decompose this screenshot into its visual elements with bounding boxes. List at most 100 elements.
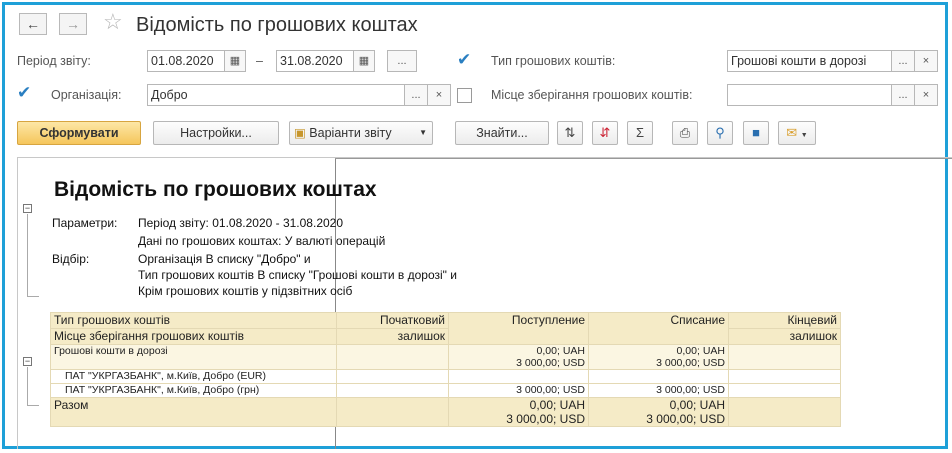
sort-asc-button[interactable]: ⇅ [557, 121, 583, 145]
storage-clear-button[interactable]: × [914, 84, 938, 106]
report-title: Відомість по грошових коштах [54, 178, 377, 201]
group-line [27, 405, 39, 406]
table-header-row: Тип грошових коштів Початковий Поступлен… [50, 312, 841, 345]
table-cell [336, 397, 449, 427]
sum-button[interactable]: Σ [627, 121, 653, 145]
filter-label: Відбір: [52, 252, 90, 266]
cash-type-field[interactable]: Грошові кошти в дорозі [727, 50, 892, 72]
print-icon: ⎙ [679, 125, 691, 140]
group-line [27, 367, 28, 405]
preview-button[interactable]: ⚲ [707, 121, 733, 145]
table-cell: 0,00; UAH 3 000,00; USD [448, 397, 589, 427]
arrow-left-icon: ← [26, 16, 40, 32]
cell-line: 0,00; UAH [529, 398, 585, 412]
storage-label: Місце зберігання грошових коштів: [491, 88, 693, 102]
save-icon: ■ [752, 125, 760, 140]
period-dash: – [256, 54, 263, 68]
page-divider [335, 158, 952, 159]
column-header: Тип грошових коштів [50, 312, 337, 329]
table-cell: 0,00; UAH 3 000,00; USD [588, 344, 729, 370]
print-button[interactable]: ⎙ [672, 121, 698, 145]
org-clear-button[interactable]: × [427, 84, 451, 106]
find-button[interactable]: Знайти... [455, 121, 549, 145]
cell-line: 3 000,00; USD [646, 412, 725, 426]
table-cell: 3 000,00; USD [448, 383, 589, 398]
table-cell [336, 344, 449, 370]
storage-checkbox[interactable] [457, 88, 472, 103]
filter-line: Крім грошових коштів у підзвітних осіб [138, 284, 353, 298]
cell-line: 0,00; UAH [676, 345, 725, 357]
table-cell [728, 397, 841, 427]
report-variant-icon: ▣ [294, 126, 306, 140]
sort-asc-icon: ⇅ [564, 125, 576, 140]
period-to-field[interactable]: 31.08.2020 [276, 50, 354, 72]
cash-type-clear-button[interactable]: × [914, 50, 938, 72]
column-header: Місце зберігання грошових коштів [50, 328, 337, 345]
cell-line: 3 000,00; USD [516, 357, 585, 369]
cell-line: 3 000,00; USD [506, 412, 585, 426]
table-cell [588, 369, 729, 384]
column-header: залишок [728, 328, 841, 345]
table-cell: Разом [50, 397, 337, 427]
cash-type-select-button[interactable]: ... [891, 50, 915, 72]
period-select-button[interactable]: ... [387, 50, 417, 72]
cell-line: 0,00; UAH [536, 345, 585, 357]
sort-desc-button[interactable]: ⇵ [592, 121, 618, 145]
column-header: Списание [588, 312, 729, 345]
settings-button[interactable]: Настройки... [153, 121, 279, 145]
dropdown-icon: ▼ [800, 132, 808, 139]
group-line [27, 296, 39, 297]
collapse-icon[interactable]: − [23, 204, 32, 213]
column-header: Кінцевий [728, 312, 841, 329]
period-from-field[interactable]: 01.08.2020 [147, 50, 225, 72]
cash-type-label: Тип грошових коштів: [491, 54, 616, 68]
table-cell [728, 369, 841, 384]
cell-line: 3 000,00; USD [656, 357, 725, 369]
page-title: Відомість по грошових коштах [136, 14, 418, 36]
filter-line: Тип грошових коштів В списку "Грошові ко… [138, 268, 457, 282]
params-line: Дані по грошових коштах: У валюті операц… [138, 234, 386, 248]
calendar-from-button[interactable]: ▦ [224, 50, 246, 72]
org-field[interactable]: Добро [147, 84, 405, 106]
email-button[interactable]: ✉ ▼ [778, 121, 816, 145]
params-line: Період звіту: 01.08.2020 - 31.08.2020 [138, 216, 344, 230]
table-cell [728, 383, 841, 398]
org-checkbox[interactable] [17, 83, 32, 103]
variants-button[interactable]: ▣ Варіанти звіту ▼ [289, 121, 433, 145]
filter-line: Організація В списку "Добро" и [138, 252, 311, 266]
dropdown-icon: ▼ [419, 128, 427, 137]
table-cell: 0,00; UAH 3 000,00; USD [448, 344, 589, 370]
star-icon[interactable]: ☆ [103, 11, 123, 33]
forward-button[interactable]: → [59, 13, 87, 35]
column-header: Поступление [448, 312, 589, 345]
total-row: Разом 0,00; UAH 3 000,00; USD 0,00; UAH 3 … [50, 397, 841, 427]
table-row: ПАТ "УКРГАЗБАНК", м.Київ, Добро (EUR) [50, 369, 841, 384]
sort-desc-icon: ⇵ [599, 125, 611, 140]
report-area: − Відомість по грошових коштах Параметри… [17, 157, 952, 449]
table-cell: Грошові кошти в дорозі [50, 344, 337, 370]
back-button[interactable]: ← [19, 13, 47, 35]
report-window: ← → ☆ Відомість по грошових коштах Періо… [2, 2, 952, 449]
table-cell [336, 369, 449, 384]
table-cell [448, 369, 589, 384]
save-button[interactable]: ■ [743, 121, 769, 145]
storage-field[interactable] [727, 84, 892, 106]
table-row: Грошові кошти в дорозі 0,00; UAH 3 000,00… [50, 344, 841, 370]
calendar-icon: ▦ [358, 55, 370, 67]
preview-icon: ⚲ [715, 125, 725, 140]
cash-type-checkbox[interactable] [457, 50, 472, 70]
table-cell [728, 344, 841, 370]
org-label: Організація: [51, 88, 122, 102]
cell-line: 0,00; UAH [669, 398, 725, 412]
table-row: ПАТ "УКРГАЗБАНК", м.Київ, Добро (грн) 3 … [50, 383, 841, 398]
email-icon: ✉ [786, 125, 798, 140]
table-cell: 0,00; UAH 3 000,00; USD [588, 397, 729, 427]
column-header: залишок [336, 328, 449, 345]
storage-select-button[interactable]: ... [891, 84, 915, 106]
collapse-icon[interactable]: − [23, 357, 32, 366]
org-select-button[interactable]: ... [404, 84, 428, 106]
generate-button[interactable]: Сформувати [17, 121, 141, 145]
calendar-to-button[interactable]: ▦ [353, 50, 375, 72]
variants-label: Варіанти звіту [309, 126, 392, 140]
table-cell: 3 000,00; USD [588, 383, 729, 398]
